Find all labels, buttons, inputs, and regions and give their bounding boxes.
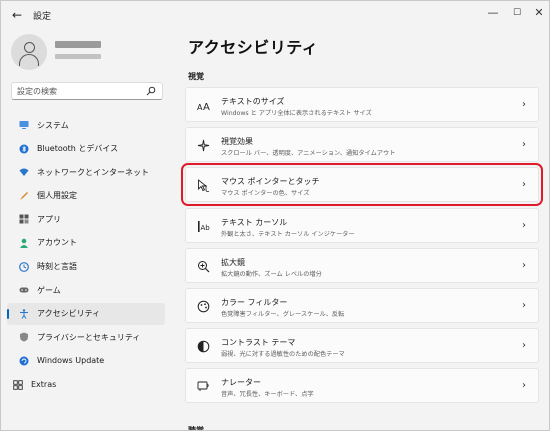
card-subtitle: マウス ポインターの色、サイズ: [221, 190, 310, 198]
sidebar-item-apps[interactable]: アプリ: [7, 208, 165, 230]
chevron-right-icon: ›: [522, 380, 526, 392]
contrast-theme-icon: [197, 340, 210, 353]
sidebar-item-privacy-security[interactable]: プライバシーとセキュリティ: [7, 326, 165, 348]
section-header-hearing: 聴覚: [188, 426, 204, 431]
account-icon: [19, 238, 29, 248]
apps-icon: [19, 214, 29, 224]
sidebar-item-gaming[interactable]: ゲーム: [7, 279, 165, 301]
accessibility-icon: [19, 309, 29, 319]
magnifier-icon: [197, 260, 210, 273]
visual-effects-icon: [197, 139, 210, 152]
shield-icon: [19, 332, 29, 342]
sidebar-item-extras[interactable]: Extras: [1, 374, 165, 396]
system-icon: [19, 120, 29, 130]
card-title: マウス ポインターとタッチ: [221, 177, 320, 187]
card-title: ナレーター: [221, 378, 261, 388]
sidebar-item-bluetooth[interactable]: Bluetooth とデバイス: [7, 138, 165, 160]
chevron-right-icon: ›: [522, 139, 526, 151]
settings-card-list: AA テキストのサイズ Windows と アプリ全体に表示されるテキスト サイ…: [181, 87, 543, 409]
sidebar-item-label: システム: [37, 120, 69, 130]
page-title: アクセシビリティ: [188, 38, 319, 57]
card-contrast-themes[interactable]: コントラスト テーマ 弱視、光に対する過敏性のための配色テーマ ›: [185, 328, 539, 364]
windows-update-icon: [19, 356, 29, 366]
section-header-vision: 視覚: [188, 72, 204, 81]
card-text-cursor[interactable]: Ab テキスト カーソル 外観と太さ、テキスト カーソル インジケーター ›: [185, 207, 539, 243]
sidebar-item-label: Bluetooth とデバイス: [37, 144, 119, 154]
card-subtitle: 音声、冗長性、キーボード、点字: [221, 391, 314, 399]
chevron-right-icon: ›: [522, 179, 526, 191]
sidebar-item-system[interactable]: システム: [7, 114, 165, 136]
avatar[interactable]: [11, 34, 47, 70]
user-name-redacted: [55, 41, 101, 48]
card-subtitle: 弱視、光に対する過敏性のための配色テーマ: [221, 351, 345, 359]
chevron-right-icon: ›: [522, 340, 526, 352]
card-color-filters[interactable]: カラー フィルター 色覚障害フィルター、グレースケール、反転 ›: [185, 287, 539, 323]
bluetooth-icon: [19, 144, 29, 154]
network-icon: [19, 167, 29, 177]
back-button[interactable]: ←: [9, 7, 25, 23]
card-mouse-pointer-touch[interactable]: マウス ポインターとタッチ マウス ポインターの色、サイズ ›: [181, 163, 543, 207]
sidebar-nav: システム Bluetooth とデバイス ネットワークとインターネット 個人用設…: [7, 114, 165, 397]
sidebar-item-label: 個人用設定: [37, 191, 77, 201]
card-subtitle: Windows と アプリ全体に表示されるテキスト サイズ: [221, 110, 372, 117]
sidebar-item-label: ネットワークとインターネット: [37, 167, 149, 177]
svg-text:Ab: Ab: [201, 224, 211, 232]
card-subtitle: スクロール バー、透明度、アニメーション、通知タイムアウト: [221, 150, 396, 158]
text-cursor-icon: Ab: [197, 220, 210, 233]
maximize-button[interactable]: ☐: [507, 5, 527, 21]
card-title: テキストのサイズ: [221, 97, 285, 106]
sidebar-item-label: Windows Update: [37, 356, 105, 366]
mouse-pointer-icon: [197, 179, 210, 193]
close-button[interactable]: ✕: [529, 5, 549, 21]
sidebar-item-label: プライバシーとセキュリティ: [37, 332, 141, 342]
user-email-redacted: [55, 54, 101, 59]
extras-icon: [13, 379, 23, 390]
settings-search-box[interactable]: [11, 82, 163, 100]
sidebar-item-accessibility[interactable]: アクセシビリティ: [7, 302, 165, 325]
app-title: 設定: [33, 12, 52, 22]
chevron-right-icon: ›: [522, 99, 526, 110]
search-icon[interactable]: [146, 86, 156, 96]
card-title: カラー フィルター: [221, 297, 288, 307]
narrator-icon: [197, 380, 210, 393]
color-filter-icon: [197, 300, 210, 313]
card-title: テキスト カーソル: [221, 217, 288, 227]
chevron-right-icon: ›: [522, 259, 526, 271]
sidebar-item-label: アクセシビリティ: [37, 309, 101, 319]
time-language-icon: [19, 261, 29, 272]
search-input[interactable]: [17, 85, 145, 98]
minimize-button[interactable]: —: [483, 5, 503, 21]
sidebar-item-label: Extras: [31, 380, 57, 390]
gaming-icon: [19, 285, 29, 295]
sidebar-item-windows-update[interactable]: Windows Update: [7, 350, 165, 372]
sidebar-item-network[interactable]: ネットワークとインターネット: [7, 161, 165, 183]
card-magnifier[interactable]: 拡大鏡 拡大鏡の動作、ズーム レベルの増分 ›: [185, 247, 539, 283]
chevron-right-icon: ›: [522, 219, 526, 231]
card-subtitle: 外観と太さ、テキスト カーソル インジケーター: [221, 230, 355, 238]
sidebar-item-accounts[interactable]: アカウント: [7, 232, 165, 254]
sidebar-item-personalization[interactable]: 個人用設定: [7, 185, 165, 207]
text-size-icon: AA: [197, 99, 210, 112]
settings-window: ← 設定 — ☐ ✕ システム Bluetooth とデバイス: [0, 0, 550, 431]
sidebar-item-label: アプリ: [37, 214, 61, 224]
card-narrator[interactable]: ナレーター 音声、冗長性、キーボード、点字 ›: [185, 368, 539, 404]
chevron-right-icon: ›: [522, 299, 526, 311]
card-visual-effects[interactable]: 視覚効果 スクロール バー、透明度、アニメーション、通知タイムアウト ›: [185, 127, 539, 163]
sidebar-item-label: 時刻と言語: [37, 262, 77, 272]
card-title: 拡大鏡: [221, 257, 245, 267]
sidebar-item-label: ゲーム: [37, 285, 61, 295]
personalization-icon: [19, 191, 29, 201]
card-text-size[interactable]: AA テキストのサイズ Windows と アプリ全体に表示されるテキスト サイ…: [185, 87, 539, 122]
card-title: コントラスト テーマ: [221, 338, 296, 348]
sidebar-item-label: アカウント: [37, 238, 77, 248]
svg-text:A: A: [203, 102, 210, 112]
sidebar-item-time-language[interactable]: 時刻と言語: [7, 256, 165, 278]
card-subtitle: 拡大鏡の動作、ズーム レベルの増分: [221, 270, 322, 278]
card-subtitle: 色覚障害フィルター、グレースケール、反転: [221, 310, 345, 318]
card-title: 視覚効果: [221, 137, 253, 147]
title-bar: ← 設定 — ☐ ✕: [1, 1, 549, 29]
